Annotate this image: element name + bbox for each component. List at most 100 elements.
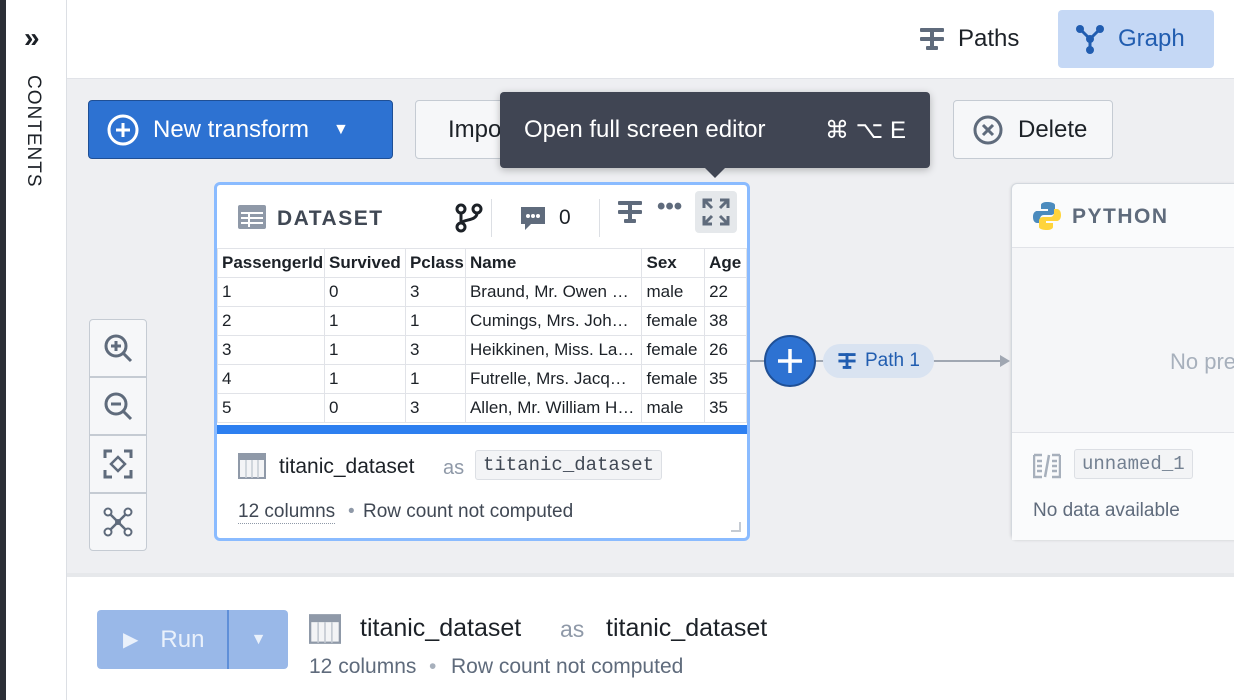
path-label-pill[interactable]: Path 1 [823,344,934,378]
table-row: 4 1 1 Futrelle, Mrs. Jacq… female 35 [217,364,747,394]
graph-icon [1076,25,1104,54]
comment-count: 0 [559,206,571,229]
close-circle-icon [973,115,1003,144]
tooltip: Open full screen editor ⌘ ⌥ E [500,92,930,178]
tooltip-shortcut: ⌘ ⌥ E [825,116,906,144]
new-transform-button[interactable]: New transform ▼ [88,100,393,159]
paths-icon[interactable] [616,198,644,226]
column-header[interactable]: Pclass [404,248,466,278]
layout-button[interactable] [89,493,147,551]
paths-icon [920,28,944,50]
paths-label: Paths [958,25,1020,52]
column-header[interactable]: PassengerId [217,248,325,278]
dataset-icon [238,453,266,479]
node-type-label: PYTHON [1072,205,1169,228]
double-chevron-right-icon[interactable]: » [24,24,40,52]
plus-circle-icon [107,114,139,145]
run-options-caret-icon[interactable]: ▼ [229,610,288,669]
delete-button[interactable]: Delete [953,100,1113,159]
fit-view-button[interactable] [89,435,147,493]
divider [599,199,600,237]
contents-sidebar: » CONTENTS [0,0,67,700]
table-cell: 1 [217,277,325,307]
tooltip-text: Open full screen editor [524,116,766,143]
dataset-name: titanic_dataset [279,455,415,478]
table-cell: 26 [704,335,747,365]
output-name-input[interactable]: unnamed_1 [1074,449,1193,479]
dataset-icon [309,614,341,644]
table-cell: 1 [404,364,466,394]
delete-label: Delete [1018,115,1088,143]
table-cell: 3 [404,393,466,423]
table-cell: female [641,335,706,365]
table-cell: 3 [404,335,466,365]
more-icon[interactable]: ••• [657,193,682,221]
column-header[interactable]: Survived [324,248,406,278]
caret-down-icon: ▼ [333,120,349,138]
window-edge [0,0,6,700]
python-node[interactable]: PYTHON No preview unnamed_1 No data avai… [1011,183,1234,540]
table-cell: Allen, Mr. William H… [464,393,643,423]
status-text: No data available [1033,500,1180,521]
column-header[interactable]: Name [464,248,643,278]
preview-table: PassengerId Survived Pclass Name Sex Age 103B… [217,248,747,423]
table-header-row: PassengerId Survived Pclass Name Sex Age [217,248,747,278]
zoom-in-button[interactable] [89,319,147,377]
table-cell: 3 [404,277,466,307]
table-cell: 1 [324,306,406,336]
input-alias: titanic_dataset [606,614,768,642]
view-header: Paths Graph [67,0,1234,79]
row-count: Row count not computed [451,655,684,678]
table-cell: Braund, Mr. Owen … [464,277,643,307]
dataset-node[interactable]: DATASET 0 ••• PassengerId Survived Pclass N… [214,182,750,541]
table-cell: 0 [324,393,406,423]
branch-icon[interactable] [455,203,483,233]
table-cell: 22 [704,277,747,307]
table-cell: 4 [217,364,325,394]
column-header[interactable]: Sex [641,248,706,278]
table-row: 2 1 1 Cumings, Mrs. Joh… female 38 [217,306,747,336]
zoom-out-button[interactable] [89,377,147,435]
column-header[interactable]: Age [704,248,747,278]
paths-button[interactable]: Paths [902,10,1035,68]
table-cell: 1 [324,335,406,365]
contents-label[interactable]: CONTENTS [22,75,44,188]
run-label: Run [160,625,205,653]
table-cell: 35 [704,364,747,394]
table-cell: Cumings, Mrs. Joh… [464,306,643,336]
graph-button[interactable]: Graph [1058,10,1214,68]
add-node-button[interactable] [764,335,816,387]
paths-icon [838,353,856,369]
python-icon [1033,202,1061,230]
column-count[interactable]: 12 columns [238,501,336,524]
input-dataset-name: titanic_dataset [360,614,522,642]
run-button-group: ▶ Run ▼ [97,610,288,669]
table-cell: 3 [217,335,325,365]
table-cell: 5 [217,393,325,423]
comment-icon[interactable] [519,205,547,233]
zoom-in-icon [104,334,133,363]
table-row: 1 0 3 Braund, Mr. Owen … male 22 [217,277,747,307]
play-icon: ▶ [123,629,139,651]
resize-handle[interactable] [731,522,741,532]
code-output-icon [1033,453,1061,479]
arrow-head-icon [1000,355,1010,367]
table-cell: 1 [404,306,466,336]
as-label: as [560,616,585,642]
selection-bar [217,425,747,434]
table-cell: male [641,277,706,307]
fullscreen-button[interactable] [695,191,737,233]
alias-input[interactable]: titanic_dataset [475,450,663,480]
new-transform-label: New transform [153,115,310,143]
table-cell: Heikkinen, Miss. La… [464,335,643,365]
column-count: 12 columns [309,655,417,678]
table-cell: female [641,364,706,394]
node-type-label: DATASET [277,207,384,230]
table-cell: 35 [704,393,747,423]
no-preview-text: No preview [1170,349,1234,374]
run-button[interactable]: ▶ Run [97,610,229,669]
table-cell: 0 [324,277,406,307]
layout-graph-icon [103,507,133,537]
table-icon [238,205,266,229]
graph-label: Graph [1118,25,1185,52]
